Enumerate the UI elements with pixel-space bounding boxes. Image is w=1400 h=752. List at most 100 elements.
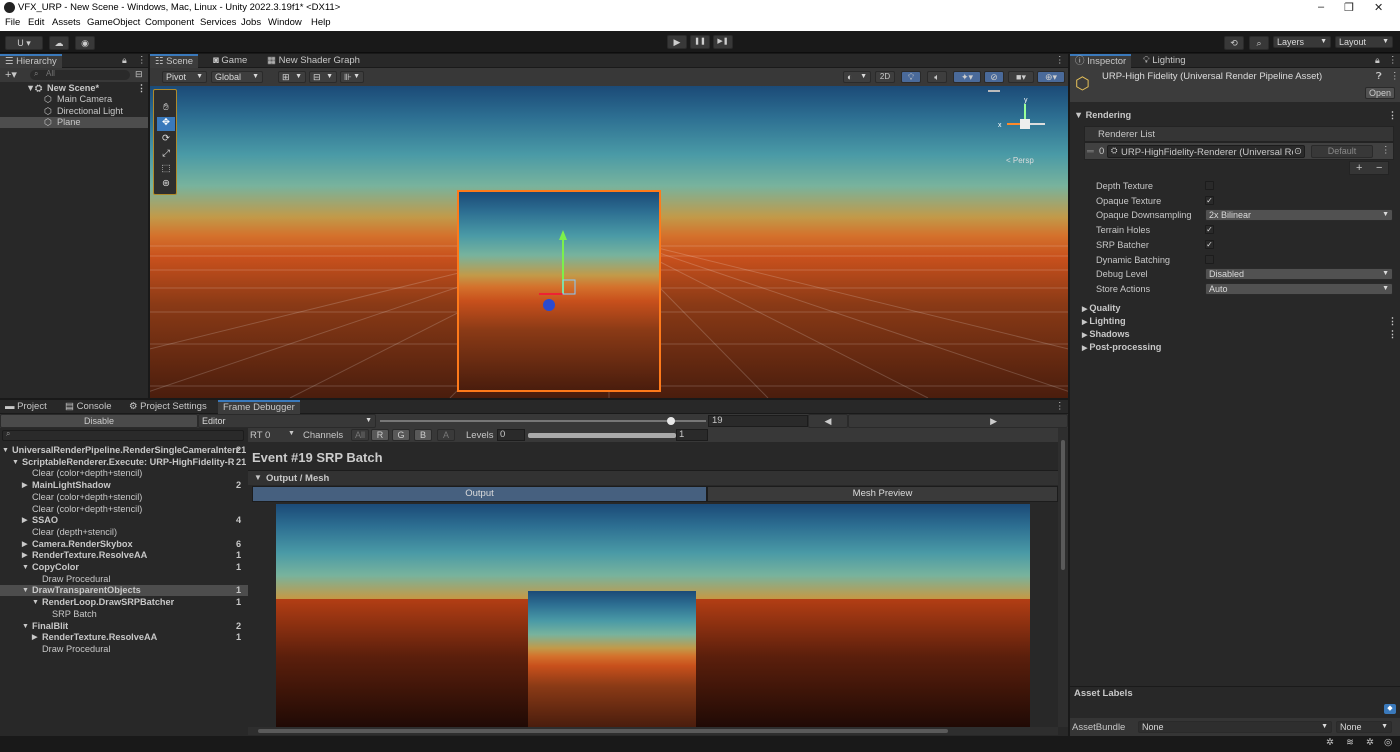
- collab-icon[interactable]: ◉: [75, 36, 95, 50]
- label-tag-icon[interactable]: ◆: [1384, 704, 1396, 714]
- expand-arrow-icon[interactable]: ▼: [22, 621, 29, 632]
- 2d-toggle[interactable]: 2D: [875, 71, 895, 83]
- hierarchy-item-directional-light[interactable]: ⬡ Directional Light: [0, 106, 148, 117]
- kebab-menu-icon[interactable]: ⋮: [1388, 55, 1398, 66]
- expand-arrow-icon[interactable]: ▼: [32, 597, 39, 608]
- scrollbar-thumb[interactable]: [258, 729, 948, 733]
- section-foldout[interactable]: ▶ Lighting ⋮: [1082, 316, 1397, 327]
- rendering-foldout[interactable]: ▼ Rendering ⋮: [1074, 110, 1397, 122]
- levels-range-slider[interactable]: [528, 433, 676, 438]
- channel-a-button[interactable]: A: [437, 429, 455, 441]
- kebab-menu-icon[interactable]: ⋮: [1055, 55, 1065, 66]
- expand-arrow-icon[interactable]: ▼: [22, 562, 29, 573]
- collapsed-arrow-icon[interactable]: ▶: [22, 539, 27, 550]
- event-row[interactable]: ▼ ScriptableRenderer.Execute: URP-HighFid…: [0, 457, 248, 468]
- transform-tool-icon[interactable]: ⊛: [157, 178, 175, 192]
- menu-edit[interactable]: Edit: [28, 17, 44, 28]
- rotate-tool-icon[interactable]: ⟳: [157, 133, 175, 147]
- close-button[interactable]: ✕: [1374, 1, 1383, 14]
- gizmos-icon[interactable]: ⊕▾: [1037, 71, 1065, 83]
- cloud-icon[interactable]: ☁: [49, 36, 69, 50]
- add-icon[interactable]: +▾: [5, 68, 17, 81]
- collapsed-arrow-icon[interactable]: ▶: [22, 515, 27, 526]
- property-checkbox[interactable]: [1205, 255, 1214, 264]
- scene-viewport[interactable]: ✋︎ ✥ ⟳ ⤢ ⬚ ⊛ y x < Persp: [150, 86, 1068, 398]
- event-row[interactable]: ▶ SSAO 4: [0, 515, 248, 526]
- event-row[interactable]: ▶ RenderTexture.ResolveAA 1: [0, 632, 248, 643]
- expand-arrow-icon[interactable]: ▼: [12, 457, 19, 468]
- event-row[interactable]: Clear (color+depth+stencil): [0, 492, 248, 503]
- expand-arrow-icon[interactable]: ▼: [22, 585, 29, 596]
- event-row[interactable]: ▼ UniversalRenderPipeline.RenderSingleCam…: [0, 445, 248, 456]
- selected-plane-object[interactable]: [457, 190, 661, 392]
- camera-settings-icon[interactable]: ■▾: [1008, 71, 1034, 83]
- event-index-input[interactable]: 19: [708, 415, 808, 427]
- section-foldout[interactable]: ▶ Post-processing: [1082, 342, 1394, 353]
- kebab-menu-icon[interactable]: ⋮: [1388, 316, 1397, 327]
- audio-toggle-icon[interactable]: 🔈︎: [927, 71, 947, 83]
- layers-dropdown[interactable]: Layers ▼: [1273, 36, 1331, 48]
- draw-mode-icon[interactable]: ◐ ▼: [843, 71, 871, 83]
- menu-services[interactable]: Services: [200, 17, 236, 28]
- expand-arrow-icon[interactable]: ▼: [2, 445, 9, 456]
- section-foldout[interactable]: ▶ Quality: [1082, 303, 1394, 314]
- pause-button[interactable]: ❚❚: [690, 35, 710, 49]
- filter-icon[interactable]: ⊟: [135, 69, 143, 80]
- menu-component[interactable]: Component: [145, 17, 194, 28]
- kebab-menu-icon[interactable]: ⋮: [1388, 110, 1397, 121]
- debug-icon[interactable]: ✲: [1326, 737, 1334, 748]
- add-icon[interactable]: +: [1356, 162, 1362, 174]
- collapsed-arrow-icon[interactable]: ▶: [22, 480, 27, 491]
- tab-game[interactable]: ◙ Game: [208, 54, 252, 68]
- asset-bundle-dropdown[interactable]: None ▼: [1138, 721, 1332, 733]
- lighting-toggle-icon[interactable]: 💡︎: [901, 71, 921, 83]
- global-dropdown[interactable]: Global ▼: [211, 71, 263, 83]
- collapsed-arrow-icon[interactable]: ▶: [22, 550, 27, 561]
- move-tool-icon[interactable]: ✥: [157, 117, 175, 131]
- event-row[interactable]: ▶ Camera.RenderSkybox 6: [0, 539, 248, 550]
- collab-icon[interactable]: ✲: [1366, 737, 1374, 748]
- event-row[interactable]: Clear (depth+stencil): [0, 527, 248, 538]
- move-gizmo[interactable]: [539, 222, 609, 312]
- tab-frame-debugger[interactable]: Frame Debugger: [218, 400, 300, 414]
- collapsed-arrow-icon[interactable]: ▶: [32, 632, 37, 643]
- help-icon[interactable]: ❓︎: [1376, 71, 1382, 82]
- event-row[interactable]: ▼ CopyColor 1: [0, 562, 248, 573]
- property-dropdown[interactable]: Disabled ▼: [1205, 268, 1393, 280]
- rect-tool-icon[interactable]: ⬚: [157, 163, 175, 177]
- drag-handle-icon[interactable]: ═: [1087, 146, 1094, 157]
- orientation-gizmo[interactable]: y x: [995, 94, 1055, 164]
- vertical-scrollbar[interactable]: [1058, 428, 1068, 727]
- tab-project-settings[interactable]: ⚙ Project Settings: [124, 400, 212, 414]
- event-row[interactable]: ▶ MainLightShadow 2: [0, 480, 248, 491]
- property-checkbox[interactable]: ✓: [1205, 240, 1214, 249]
- search-icon[interactable]: ⌕: [1249, 36, 1269, 50]
- tab-scene[interactable]: ☷ Scene: [150, 54, 199, 68]
- event-row[interactable]: ▶ RenderTexture.ResolveAA 1: [0, 550, 248, 561]
- event-row[interactable]: Draw Procedural: [0, 574, 248, 585]
- pivot-dropdown[interactable]: Pivot ▼: [162, 71, 207, 83]
- menu-assets[interactable]: Assets: [52, 17, 81, 28]
- asset-bundle-variant-dropdown[interactable]: None ▼: [1336, 721, 1392, 733]
- kebab-menu-icon[interactable]: ⋮: [1381, 145, 1391, 156]
- property-dropdown[interactable]: Auto ▼: [1205, 283, 1393, 295]
- channel-all-button[interactable]: All: [351, 429, 369, 441]
- layout-dropdown[interactable]: Layout ▼: [1335, 36, 1393, 48]
- minimize-button[interactable]: –: [1318, 1, 1324, 13]
- scale-tool-icon[interactable]: ⤢: [157, 148, 175, 162]
- step-button[interactable]: ▶❚: [713, 35, 733, 49]
- levels-min-input[interactable]: 0: [497, 429, 525, 441]
- remove-icon[interactable]: −: [1376, 162, 1382, 174]
- channel-g-button[interactable]: G: [392, 429, 410, 441]
- renderer-list-item[interactable]: ═ 0 ⛭ URP-HighFidelity-Renderer (Univers…: [1084, 142, 1394, 160]
- property-checkbox[interactable]: ✓: [1205, 225, 1214, 234]
- hierarchy-item-main-camera[interactable]: ⬡ Main Camera: [0, 94, 148, 105]
- layers-stack-icon[interactable]: ≋: [1346, 737, 1354, 748]
- event-row[interactable]: SRP Batch: [0, 609, 248, 620]
- tab-console[interactable]: ▤ Console: [60, 400, 116, 414]
- tab-shader-graph[interactable]: ▦ New Shader Graph: [262, 54, 365, 68]
- hidden-objects-icon[interactable]: ⊘: [984, 71, 1004, 83]
- renderer-object-field[interactable]: ⛭ URP-HighFidelity-Renderer (Universal R…: [1107, 145, 1305, 158]
- event-slider-thumb[interactable]: [667, 417, 675, 425]
- account-button[interactable]: U ▾: [5, 36, 43, 50]
